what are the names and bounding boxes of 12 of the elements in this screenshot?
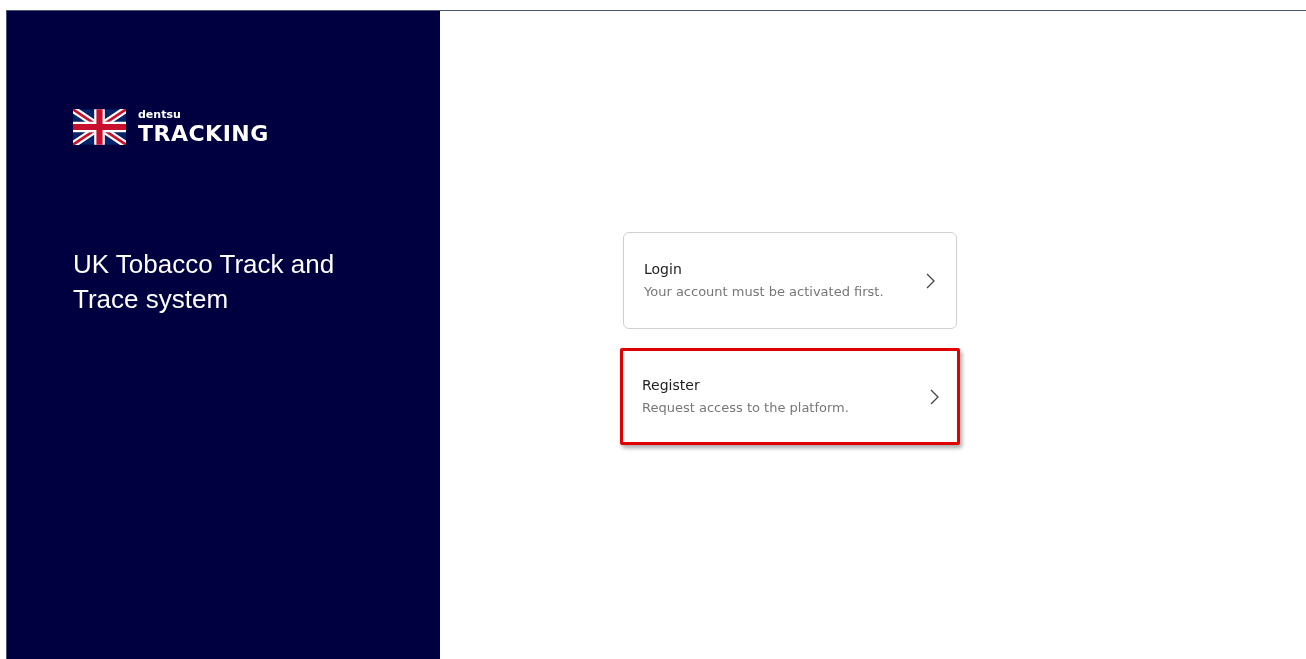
option-card[interactable]: Register Request access to the platform. — [620, 348, 960, 445]
option-card[interactable]: Login Your account must be activated first. — [623, 232, 957, 329]
option-title: Register — [642, 376, 701, 396]
option-description: Your account must be activated first. — [644, 283, 884, 302]
logo-subtitle: dentsu — [138, 109, 182, 120]
headline: UK Tobacco Track and Trace system — [73, 248, 336, 316]
option-title: Login — [644, 260, 683, 280]
chevron-right-icon — [930, 388, 939, 405]
chevron-right-icon — [926, 272, 935, 289]
flag-icon — [73, 109, 126, 145]
logo-title: TRACKING — [138, 123, 269, 145]
option-description: Request access to the platform. — [642, 399, 849, 418]
